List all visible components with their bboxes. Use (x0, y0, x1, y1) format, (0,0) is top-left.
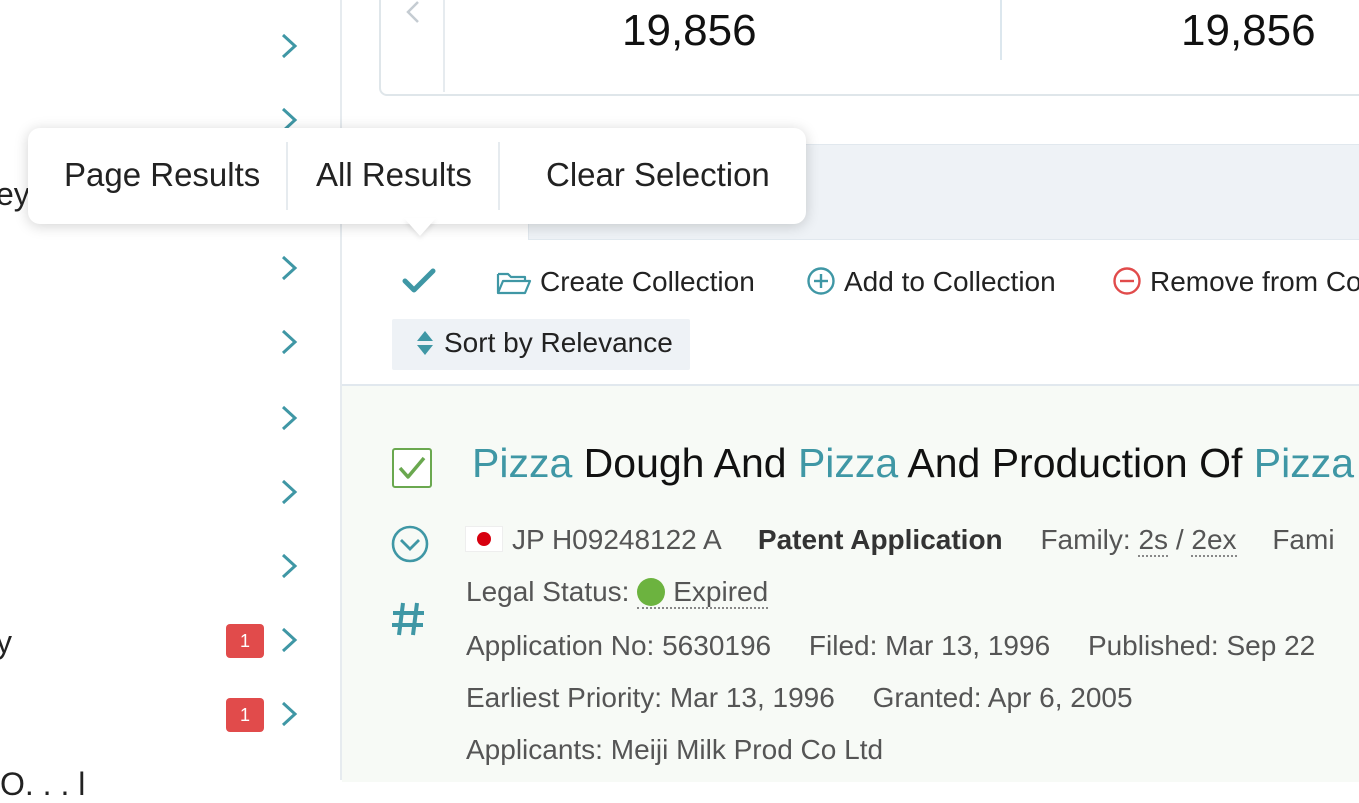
add-to-collection-button[interactable]: Add to Collection (806, 266, 1056, 298)
chevron-right-icon (281, 405, 298, 431)
dates-row-1: Application No: 5630196 Filed: Mar 13, 1… (466, 630, 1315, 662)
chevron-right-icon (281, 33, 298, 59)
sidebar-filter-row[interactable] (0, 248, 340, 288)
results-count: 19,856 (622, 6, 757, 55)
chevron-right-icon (281, 701, 298, 727)
legal-status-text: Expired (673, 576, 769, 607)
family-simple-link[interactable]: 2s (1138, 524, 1169, 557)
applicants-row: Applicants: Meiji Milk Prod Co Ltd (466, 734, 883, 766)
stats-divider (443, 0, 445, 92)
applicants: Applicants: Meiji Milk Prod Co Ltd (466, 734, 884, 765)
chevron-right-icon (281, 553, 298, 579)
sidebar-filter-row[interactable]: y 1 (0, 620, 340, 660)
stats-divider (1000, 0, 1002, 60)
japan-flag-icon (466, 527, 502, 551)
select-all-check-icon[interactable] (402, 266, 436, 296)
chevron-right-icon (281, 255, 298, 281)
dates-row-2: Earliest Priority: Mar 13, 1996 Granted:… (466, 682, 1133, 714)
popover-caret (404, 218, 436, 236)
status-dot-icon (637, 578, 666, 606)
remove-from-collection-button[interactable]: Remove from Co (1112, 266, 1359, 298)
application-number: Application No: 5630196 (466, 630, 772, 661)
granted-date: Granted: Apr 6, 2005 (872, 682, 1133, 713)
sidebar-filter-row[interactable] (0, 26, 340, 66)
sidebar-filter-row[interactable] (0, 322, 340, 362)
earliest-priority-date: Earliest Priority: Mar 13, 1996 (466, 682, 835, 713)
create-collection-label: Create Collection (540, 266, 755, 297)
legal-status-value[interactable]: Expired (637, 576, 769, 609)
sort-label: Sort by Relevance (444, 327, 673, 358)
legal-status-label: Legal Status: (466, 576, 630, 607)
chevron-right-icon (281, 627, 298, 653)
create-collection-button[interactable]: Create Collection (496, 266, 755, 298)
document-type: Patent Application (757, 524, 1003, 555)
sidebar-filter-row[interactable] (0, 546, 340, 586)
count-badge: 1 (226, 624, 264, 658)
sidebar-filter-label: y (0, 624, 12, 660)
expand-chevron-down-icon[interactable] (390, 524, 430, 564)
sidebar-cut-label: O. . . l (0, 766, 86, 802)
sidebar-filter-row[interactable]: 1 (0, 694, 340, 734)
families-count: 19,856 (1181, 6, 1316, 55)
title-text: Dough And (572, 440, 798, 486)
family-extended-link[interactable]: 2ex (1191, 524, 1237, 557)
filters-sidebar: eys y 1 1 O. . . l (0, 0, 342, 802)
chevron-right-icon (281, 329, 298, 355)
title-highlight: Pizza (472, 440, 573, 486)
add-to-collection-label: Add to Collection (844, 266, 1056, 297)
sort-icon (417, 331, 433, 355)
minus-circle-icon (1113, 267, 1141, 295)
checkmark-icon (398, 456, 426, 479)
remove-from-collection-label: Remove from Co (1150, 266, 1359, 297)
result-checkbox[interactable] (392, 448, 432, 488)
sidebar-filter-row[interactable] (0, 472, 340, 512)
count-badge: 1 (226, 698, 264, 732)
clear-selection-option[interactable]: Clear Selection (546, 156, 770, 194)
folder-open-icon (496, 272, 532, 295)
chevron-right-icon (281, 479, 298, 505)
page-results-option[interactable]: Page Results (64, 156, 260, 194)
popover-divider (498, 142, 500, 210)
plus-circle-icon (807, 267, 835, 295)
sort-dropdown[interactable]: Sort by Relevance (392, 319, 690, 370)
publication-number[interactable]: JP H09248122 A (512, 524, 720, 555)
hash-icon[interactable] (390, 600, 426, 638)
title-text: And Production Of (898, 440, 1254, 486)
title-highlight: Pizza (797, 440, 899, 486)
selection-popover: Page Results All Results Clear Selection (28, 128, 806, 224)
sidebar-filter-row[interactable] (0, 398, 340, 438)
popover-divider (286, 142, 288, 210)
all-results-option[interactable]: All Results (316, 156, 472, 194)
family-more-label: Fami (1272, 524, 1335, 555)
result-meta-row-1: JP H09248122 A Patent Application Family… (466, 524, 1335, 557)
legal-status-row: Legal Status: Expired (466, 576, 769, 609)
chevron-left-icon[interactable] (402, 0, 424, 26)
family-separator: / (1175, 524, 1184, 555)
filed-date: Filed: Mar 13, 1996 (808, 630, 1051, 661)
family-label: Family: (1040, 524, 1131, 555)
published-date: Published: Sep 22 (1087, 630, 1316, 661)
result-title[interactable]: Pizza Dough And Pizza And Production Of … (472, 440, 1354, 487)
title-highlight: Pizza (1253, 440, 1355, 486)
